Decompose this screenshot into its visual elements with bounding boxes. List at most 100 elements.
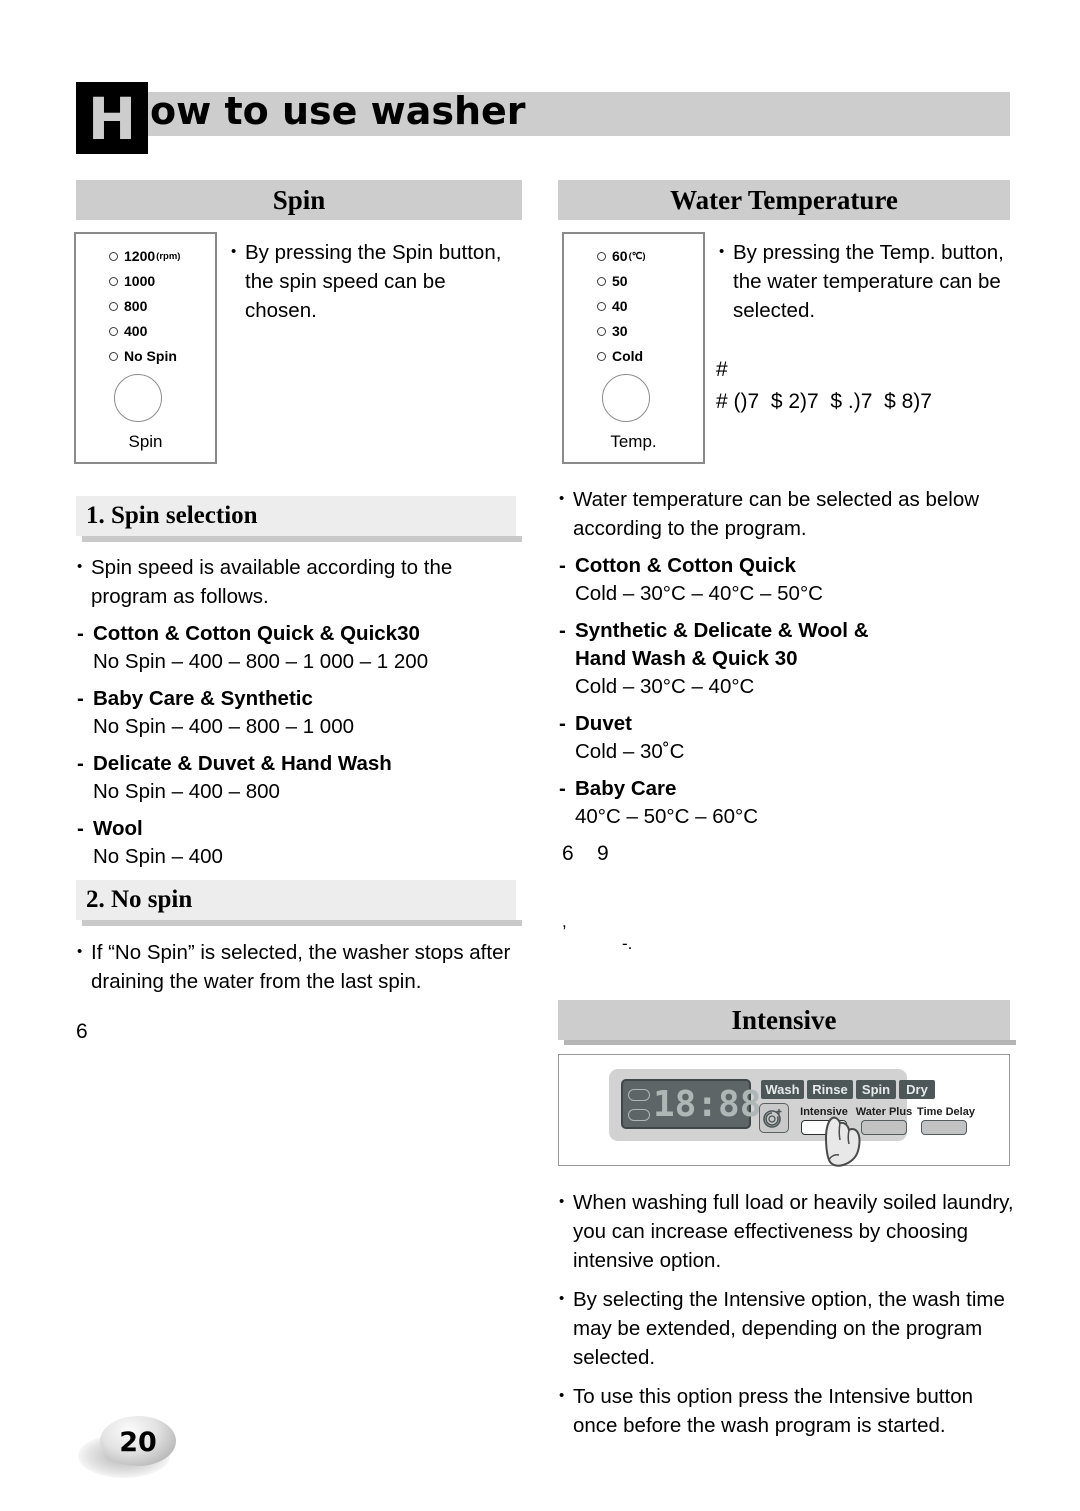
- intensive-control-panel-diagram: 18:88 Wash Rinse Spin Dry Intensive Wate…: [558, 1054, 1010, 1167]
- program-select-button[interactable]: [759, 1103, 789, 1133]
- section-header-intensive-label: Intensive: [731, 1005, 837, 1035]
- temp-led-unit: (℃): [628, 250, 646, 262]
- temperature-glyph-artifact-3: 6 9: [562, 842, 609, 865]
- temp-program-values-baby-care: 40°C – 50°C – 60°C: [575, 805, 758, 828]
- spin-selection-bullet: Spin speed is available according to the…: [76, 552, 531, 611]
- section-header-spin: Spin: [76, 180, 522, 220]
- display-time-value: 18:88: [653, 1084, 762, 1125]
- mode-tab-dry-label: Dry: [906, 1082, 928, 1097]
- time-delay-option-button[interactable]: [921, 1120, 967, 1135]
- temp-program-values-synthetic: Cold – 30°C – 40°C: [575, 675, 755, 698]
- spin-panel-caption: Spin: [128, 432, 163, 451]
- section-header-water-temperature-label: Water Temperature: [670, 185, 898, 215]
- mode-tab-dry[interactable]: Dry: [899, 1080, 935, 1099]
- temperature-glyph-artifact-2: # ()7 $ 2)7 $ .)7 $ 8)7: [716, 390, 932, 413]
- temp-led-50: 50: [597, 273, 628, 289]
- led-indicator-icon: [109, 301, 118, 311]
- subsection-header-no-spin: 2. No spin: [76, 880, 522, 926]
- led-indicator-icon: [597, 251, 606, 261]
- spin-program-speeds-wool: No Spin – 400: [93, 845, 223, 868]
- page-title-initial: H: [87, 85, 137, 153]
- spin-selection-body: Spin speed is available according to the…: [76, 552, 531, 871]
- spin-led-label: 1200: [124, 248, 156, 264]
- temp-led-30: 30: [597, 323, 628, 339]
- spin-led-400: 400: [109, 323, 147, 339]
- spin-program-speeds-cotton: No Spin – 400 – 800 – 1 000 – 1 200: [93, 650, 429, 673]
- page-number-value: 20: [119, 1427, 157, 1458]
- temp-program-name-synthetic-line2: Hand Wash & Quick 30: [575, 647, 798, 670]
- spin-led-1200: 1200 (rpm): [109, 248, 180, 264]
- spin-led-label: 800: [124, 298, 148, 314]
- child-lock-icon: [628, 1089, 650, 1101]
- temperature-glyph-artifact-1: #: [716, 358, 728, 381]
- temp-program-name-baby-care: Baby Care: [558, 775, 1018, 803]
- mode-tab-wash[interactable]: Wash: [761, 1080, 804, 1099]
- subsection-header-spin-selection-label: 1. Spin selection: [86, 502, 258, 529]
- temp-program-name-synthetic: Synthetic & Delicate & Wool & Hand Wash …: [558, 617, 1018, 673]
- temp-program-name-cotton: Cotton & Cotton Quick: [558, 552, 1018, 580]
- led-indicator-icon: [109, 326, 118, 336]
- wash-cycle-icon: [763, 1109, 782, 1128]
- mode-tab-rinse[interactable]: Rinse: [807, 1080, 853, 1099]
- temp-program-values-cotton: Cold – 30°C – 40°C – 50°C: [575, 582, 823, 605]
- page-title-initial-badge: H: [76, 82, 148, 154]
- mode-tab-spin[interactable]: Spin: [856, 1080, 896, 1099]
- section-header-spin-label: Spin: [272, 185, 326, 215]
- temp-led-label: 40: [612, 298, 628, 314]
- spin-led-label: No Spin: [124, 348, 177, 364]
- spin-led-label: 400: [124, 323, 148, 339]
- no-spin-bullet: If “No Spin” is selected, the washer sto…: [76, 937, 531, 996]
- temp-led-label: 50: [612, 273, 628, 289]
- temp-program-values-duvet: Cold – 30˚C: [575, 740, 685, 763]
- intensive-bullet-3: To use this option press the Intensive b…: [558, 1381, 1018, 1440]
- led-indicator-icon: [597, 326, 606, 336]
- temperature-intro-text: By pressing the Temp. button, the water …: [718, 237, 1010, 327]
- mode-tab-rinse-label: Rinse: [812, 1082, 848, 1097]
- spin-program-name-cotton: Cotton & Cotton Quick & Quick30: [76, 620, 531, 648]
- led-indicator-icon: [109, 251, 118, 261]
- spin-program-name-delicate: Delicate & Duvet & Hand Wash: [76, 750, 531, 778]
- spin-program-name-wool: Wool: [76, 815, 531, 843]
- temp-led-label: Cold: [612, 348, 644, 364]
- spin-led-no-spin: No Spin: [109, 348, 177, 364]
- spin-control-illustration: 1200 (rpm) 1000 800 400 No Spin Spin: [74, 232, 217, 464]
- led-indicator-icon: [109, 276, 118, 286]
- spin-led-unit: (rpm): [156, 250, 181, 262]
- temp-button-knob-icon: [602, 374, 650, 422]
- temp-led-60: 60 (℃): [597, 248, 646, 264]
- temperature-list-bullet: Water temperature can be selected as bel…: [558, 484, 1018, 543]
- subsection-header-no-spin-label: 2. No spin: [86, 886, 193, 913]
- led-indicator-icon: [109, 351, 118, 361]
- led-indicator-icon: [597, 276, 606, 286]
- section-header-intensive: Intensive: [558, 1000, 1016, 1045]
- page-number-badge: 20: [78, 1408, 198, 1488]
- led-indicator-icon: [597, 351, 606, 361]
- page-title: ow to use washer: [150, 89, 526, 133]
- mode-tab-spin-label: Spin: [861, 1082, 891, 1097]
- temp-led-label: 60: [612, 248, 628, 264]
- temp-led-40: 40: [597, 298, 628, 314]
- intensive-bullet-2: By selecting the Intensive option, the w…: [558, 1284, 1018, 1372]
- mode-tab-wash-label: Wash: [765, 1082, 800, 1097]
- spin-program-speeds-delicate: No Spin – 400 – 800: [93, 780, 280, 803]
- temp-program-name-synthetic-line1: Synthetic & Delicate & Wool &: [575, 619, 869, 642]
- spin-program-speeds-baby-care: No Spin – 400 – 800 – 1 000: [93, 715, 355, 738]
- temperature-program-body: Water temperature can be selected as bel…: [558, 484, 1018, 831]
- temperature-intro-bullet: By pressing the Temp. button, the water …: [718, 237, 1010, 325]
- section-header-water-temperature: Water Temperature: [558, 180, 1010, 220]
- temp-led-label: 30: [612, 323, 628, 339]
- intensive-body: When washing full load or heavily soiled…: [558, 1187, 1018, 1442]
- temp-panel-caption: Temp.: [610, 432, 657, 451]
- no-spin-body: If “No Spin” is selected, the washer sto…: [76, 937, 531, 998]
- spin-intro-bullet: By pressing the Spin button, the spin sp…: [230, 237, 520, 325]
- control-panel-display: 18:88: [621, 1079, 761, 1129]
- spin-program-name-baby-care: Baby Care & Synthetic: [76, 685, 531, 713]
- pointing-hand-icon: [824, 1116, 861, 1167]
- subsection-header-spin-selection: 1. Spin selection: [76, 496, 522, 542]
- temperature-control-illustration: 60 (℃) 50 40 30 Cold Temp.: [562, 232, 705, 464]
- spin-led-label: 1000: [124, 273, 156, 289]
- temperature-glyph-artifact-5: -.: [622, 934, 633, 953]
- temperature-glyph-artifact-4: ,: [562, 912, 567, 931]
- option-label-time-delay: Time Delay: [917, 1106, 975, 1118]
- intensive-bullet-1: When washing full load or heavily soiled…: [558, 1187, 1018, 1275]
